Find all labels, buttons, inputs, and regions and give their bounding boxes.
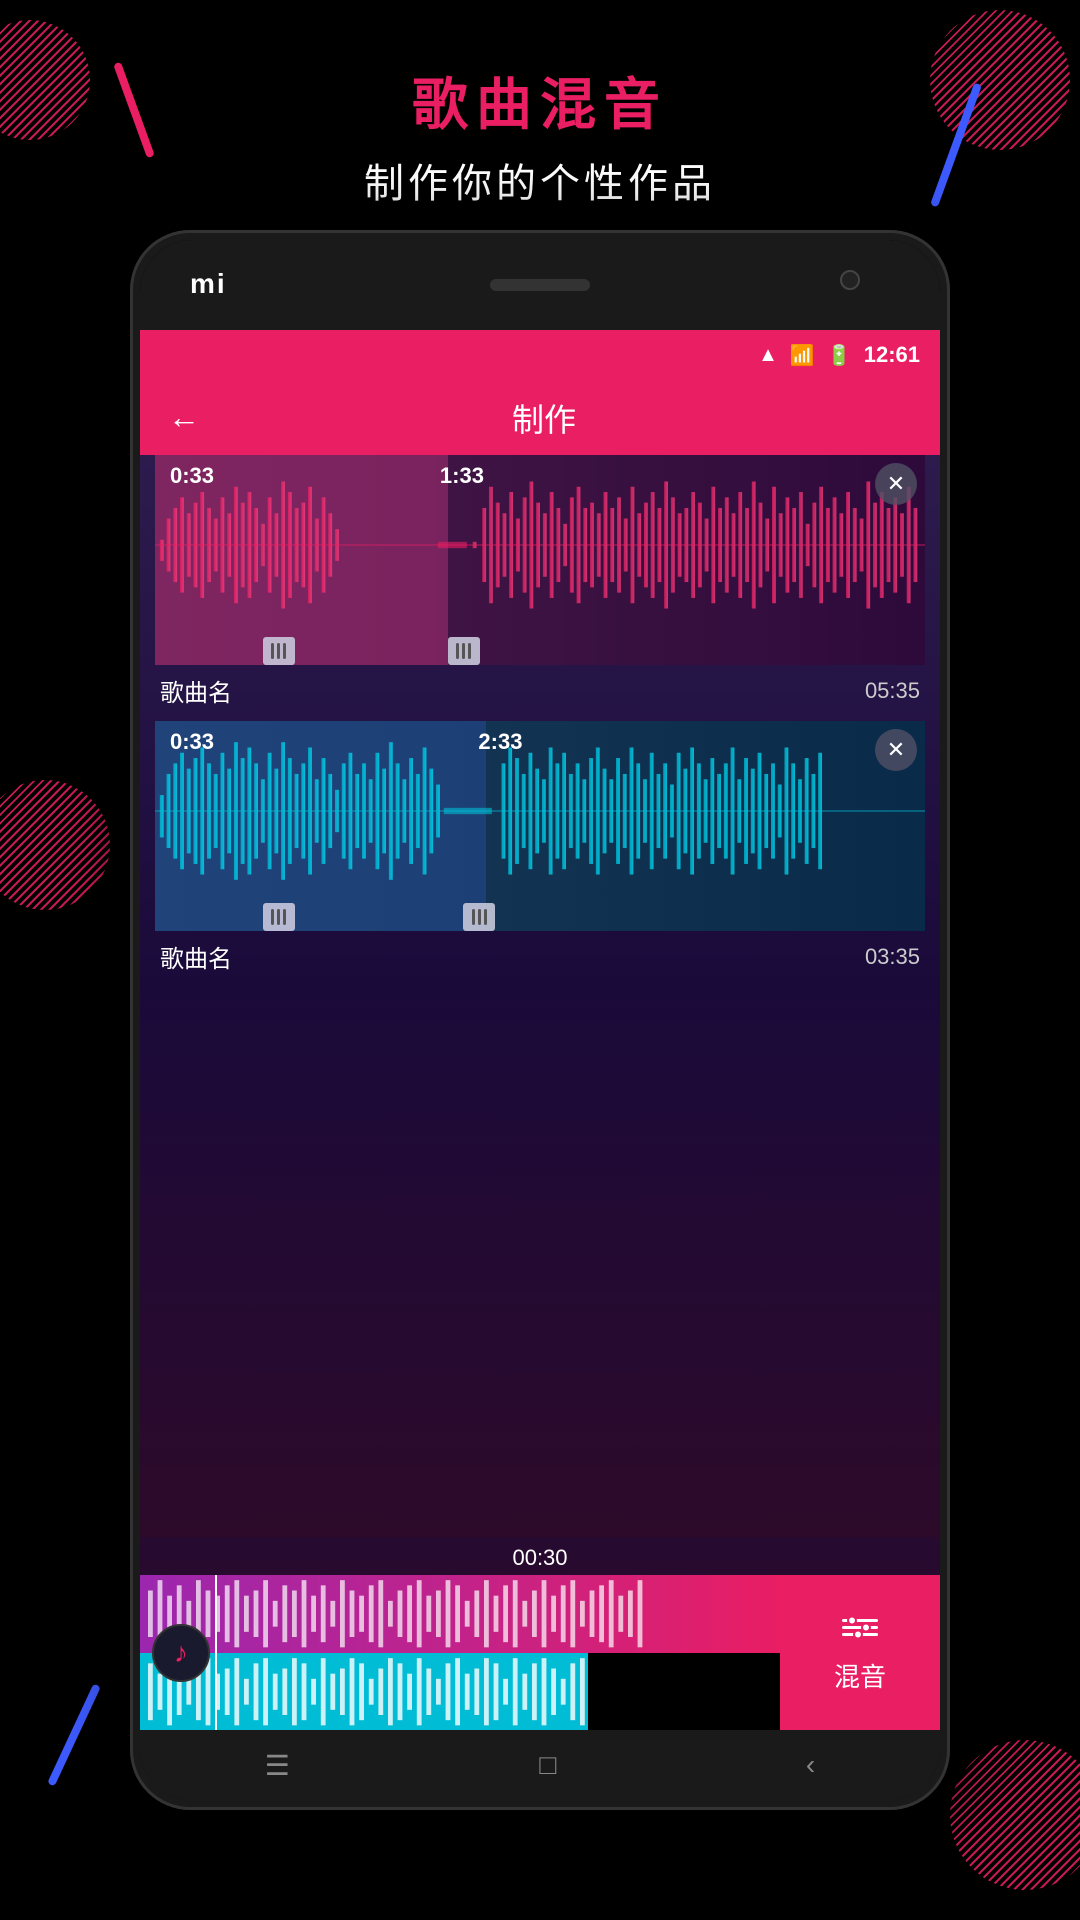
- mix-icon: [840, 1611, 880, 1649]
- main-content: 0:33 1:33 ✕: [140, 455, 940, 1800]
- track1-name: 歌曲名: [160, 673, 232, 708]
- phone-speaker: [490, 279, 590, 291]
- track1-container: 0:33 1:33 ✕: [140, 455, 940, 665]
- play-button[interactable]: ♪: [152, 1624, 210, 1682]
- page-title-main: 歌曲混音: [0, 60, 1080, 141]
- playback-time: 00:30: [140, 1537, 940, 1575]
- track1-info: 歌曲名 05:35: [140, 665, 940, 716]
- track1-trim-handle-right[interactable]: [448, 637, 480, 665]
- track2-duration: 03:35: [865, 944, 920, 970]
- track1-waveform-svg: [155, 455, 925, 635]
- phone-inner: mi ▲ 📶 🔋 12:61 ← 制作: [140, 240, 940, 1800]
- play-icon: ♪: [174, 1637, 188, 1669]
- track2-waveform-area[interactable]: 0:33 2:33 ✕: [155, 721, 925, 931]
- player-track1-preview: [140, 1575, 780, 1653]
- track2-close-button[interactable]: ✕: [875, 729, 917, 771]
- track2-container: 0:33 2:33 ✕: [140, 716, 940, 931]
- deco-circle-midleft: [0, 780, 110, 910]
- status-time: 12:61: [864, 342, 920, 368]
- app-screen: ▲ 📶 🔋 12:61 ← 制作 0:33 1:33: [140, 330, 940, 1800]
- phone-bezel-top: mi: [140, 240, 940, 330]
- battery-icon: 🔋: [827, 343, 852, 368]
- player-playhead: [215, 1575, 217, 1730]
- mix-label: 混音: [834, 1657, 886, 1694]
- track2-info: 歌曲名 03:35: [140, 931, 940, 982]
- nav-home-button[interactable]: □: [539, 1749, 556, 1781]
- page-title: 制作: [208, 395, 880, 441]
- deco-circle-botright: [950, 1740, 1080, 1890]
- track2-trim-handles: [155, 901, 925, 931]
- bottom-nav: ☰ □ ‹: [140, 1730, 940, 1800]
- bottom-spacer: [140, 982, 940, 1537]
- page-title-sub: 制作你的个性作品: [0, 151, 1080, 209]
- track2-name: 歌曲名: [160, 939, 232, 974]
- page-title-area: 歌曲混音 制作你的个性作品: [0, 60, 1080, 209]
- nav-back-button[interactable]: ‹: [806, 1749, 815, 1781]
- mix-button[interactable]: 混音: [780, 1575, 940, 1730]
- bottom-player: ♪: [140, 1575, 940, 1730]
- back-button[interactable]: ←: [160, 391, 208, 444]
- mi-logo: mi: [190, 268, 227, 300]
- phone-camera: [840, 270, 860, 290]
- track2-trim-handle-right[interactable]: [463, 903, 495, 931]
- player-waveform[interactable]: ♪: [140, 1575, 780, 1730]
- track1-waveform-area[interactable]: 0:33 1:33 ✕: [155, 455, 925, 665]
- track1-duration: 05:35: [865, 678, 920, 704]
- deco-line-botleft: [47, 1683, 101, 1786]
- track2-waveform-svg: [155, 721, 925, 901]
- track1-trim-handles: [155, 635, 925, 665]
- top-bar: ← 制作: [140, 380, 940, 455]
- track1-close-button[interactable]: ✕: [875, 463, 917, 505]
- player-track1-svg: [140, 1575, 780, 1653]
- status-bar: ▲ 📶 🔋 12:61: [140, 330, 940, 380]
- nav-menu-button[interactable]: ☰: [265, 1749, 290, 1782]
- signal-icon: 📶: [790, 343, 815, 368]
- track2-trim-handle-left[interactable]: [263, 903, 295, 931]
- track1-trim-handle-left[interactable]: [263, 637, 295, 665]
- phone-shell: mi ▲ 📶 🔋 12:61 ← 制作: [130, 230, 950, 1810]
- wifi-icon: ▲: [758, 344, 778, 367]
